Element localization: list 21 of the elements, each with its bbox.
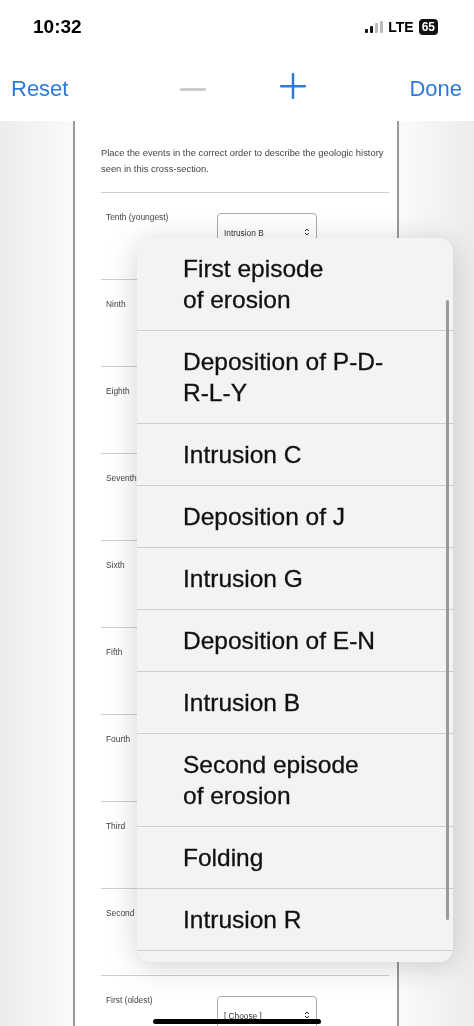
chevron-icon [304, 228, 310, 236]
network-label: LTE [388, 19, 414, 35]
order-label: Ninth [106, 299, 126, 310]
chevron-icon [304, 1011, 310, 1019]
order-label: Eighth [106, 386, 130, 397]
order-label: Fifth [106, 647, 123, 658]
order-label: Third [106, 821, 126, 832]
order-label: Fourth [106, 734, 131, 745]
reset-button[interactable]: Reset [11, 76, 69, 102]
order-label: Tenth (youngest) [106, 212, 169, 223]
order-label: Seventh [106, 473, 137, 484]
done-button[interactable]: Done [409, 76, 462, 102]
order-label: First (oldest) [106, 995, 153, 1006]
order-label: Sixth [106, 560, 125, 571]
order-label: Second [106, 908, 135, 919]
minus-icon [179, 87, 206, 91]
instructions-text: Place the events in the correct order to describe the geologic history seen in this cross-section. [101, 146, 385, 176]
signal-icon [365, 21, 384, 33]
battery-indicator: 65 [418, 19, 438, 35]
clock-time: 10:32 [33, 16, 82, 38]
plus-icon [279, 73, 306, 99]
